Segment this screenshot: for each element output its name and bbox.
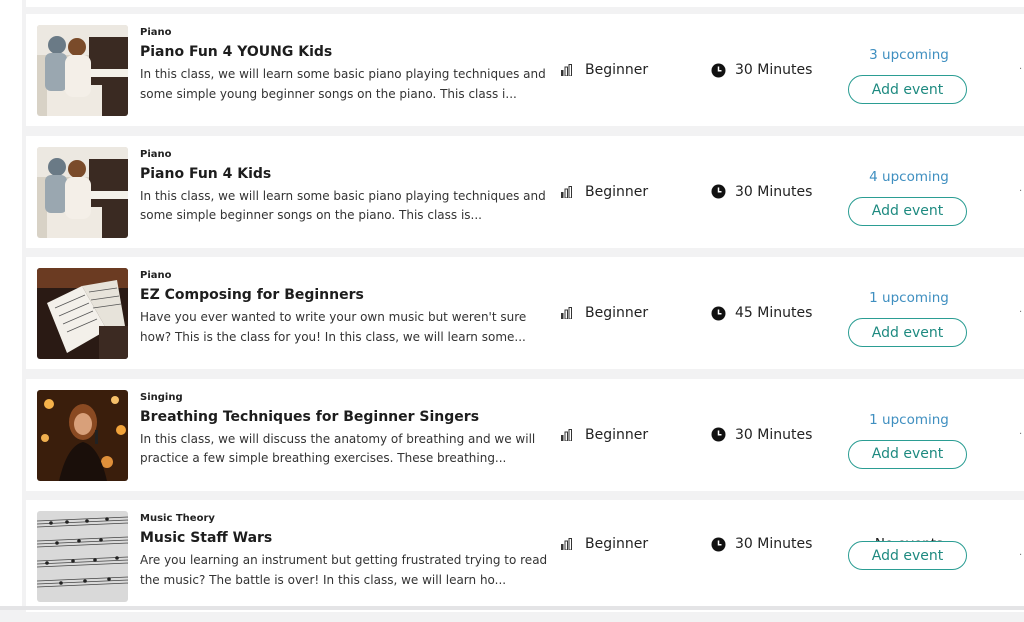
upcoming-events-link[interactable]: 1 upcoming (848, 412, 970, 428)
music-staff-photo-icon (37, 511, 128, 602)
class-image-sheet-music[interactable] (37, 268, 128, 359)
duration-info: 30 Minutes (711, 427, 812, 443)
clock-icon (711, 306, 726, 320)
duration-label: 30 Minutes (735, 536, 813, 552)
class-description: In this class, we will learn some basic … (140, 188, 546, 223)
duration-info: 30 Minutes (711, 62, 812, 78)
bottom-edge (0, 606, 1024, 610)
signal-bars-icon (561, 428, 572, 441)
class-category: Music Theory (140, 513, 215, 524)
level-label: Beginner (585, 305, 649, 321)
more-options-icon[interactable]: · (1019, 307, 1022, 318)
class-category: Piano (140, 270, 172, 281)
more-options-icon[interactable]: · (1019, 429, 1022, 440)
add-event-button[interactable]: Add event (848, 75, 967, 104)
signal-bars-icon (561, 64, 572, 76)
sheet-music-photo-icon (37, 268, 128, 359)
duration-info: 45 Minutes (711, 305, 812, 321)
class-description: Have you ever wanted to write your own m… (140, 310, 527, 344)
level-label: Beginner (585, 183, 649, 200)
clock-icon (711, 537, 726, 551)
signal-bars-icon (561, 185, 572, 198)
add-event-button[interactable]: Add event (848, 541, 967, 570)
left-sidebar (0, 0, 22, 610)
level-label: Beginner (585, 426, 649, 443)
level-info: Beginner (561, 62, 648, 78)
piano-kids-photo-icon (37, 25, 128, 116)
class-image-singer[interactable] (37, 389, 128, 481)
class-image-piano-kids[interactable] (37, 146, 128, 238)
class-title[interactable]: Breathing Techniques for Beginner Singer… (140, 409, 479, 425)
level-info: Beginner (561, 305, 648, 321)
class-row[interactable]: Music Theory Music Staff Wars Are you le… (26, 500, 1024, 612)
signal-bars-icon (561, 307, 572, 319)
clock-icon (711, 63, 726, 77)
class-category: Piano (140, 148, 172, 160)
class-row[interactable]: Piano EZ Composing for Beginners Have yo… (26, 257, 1024, 369)
duration-label: 45 Minutes (735, 305, 813, 321)
class-title[interactable]: Piano Fun 4 Kids (140, 166, 271, 182)
class-description: In this class, we will discuss the anato… (140, 431, 536, 466)
duration-info: 30 Minutes (711, 536, 812, 552)
class-row[interactable]: Singing Breathing Techniques for Beginne… (26, 378, 1024, 491)
clock-icon (711, 427, 726, 442)
level-info: Beginner (561, 184, 648, 200)
clock-icon (711, 184, 726, 199)
singer-photo-icon (37, 389, 128, 481)
class-category: Piano (140, 27, 172, 38)
class-image-piano-kids[interactable] (37, 25, 128, 116)
class-row[interactable]: Piano Piano Fun 4 YOUNG Kids In this cla… (26, 14, 1024, 126)
upcoming-events-link[interactable]: 1 upcoming (848, 290, 970, 306)
class-list: Piano Piano Fun 4 YOUNG Kids In this cla… (26, 14, 1024, 622)
class-image-music-staff[interactable] (37, 511, 128, 602)
duration-info: 30 Minutes (711, 184, 812, 200)
class-row[interactable]: Piano Piano Fun 4 Kids In this class, we… (26, 135, 1024, 248)
class-title[interactable]: Piano Fun 4 YOUNG Kids (140, 44, 332, 60)
class-description: In this class, we will learn some basic … (140, 67, 546, 101)
upcoming-events-link[interactable]: 4 upcoming (848, 169, 970, 185)
level-label: Beginner (585, 536, 649, 552)
level-info: Beginner (561, 427, 648, 443)
more-options-icon[interactable]: · (1019, 186, 1022, 197)
class-description: Are you learning an instrument but getti… (140, 553, 548, 587)
more-options-icon[interactable]: · (1019, 550, 1022, 561)
duration-label: 30 Minutes (735, 426, 813, 443)
add-event-button[interactable]: Add event (848, 439, 967, 469)
level-label: Beginner (585, 62, 649, 78)
class-category: Singing (140, 391, 183, 403)
previous-row-edge (26, 0, 1024, 7)
add-event-button[interactable]: Add event (848, 318, 967, 347)
level-info: Beginner (561, 536, 648, 552)
duration-label: 30 Minutes (735, 183, 813, 200)
signal-bars-icon (561, 538, 572, 550)
duration-label: 30 Minutes (735, 62, 813, 78)
upcoming-events-link[interactable]: 3 upcoming (848, 47, 970, 63)
class-title[interactable]: Music Staff Wars (140, 530, 272, 546)
add-event-button[interactable]: Add event (848, 196, 967, 226)
more-options-icon[interactable]: · (1019, 64, 1022, 75)
piano-kids-photo-icon (37, 146, 128, 238)
class-title[interactable]: EZ Composing for Beginners (140, 287, 364, 303)
